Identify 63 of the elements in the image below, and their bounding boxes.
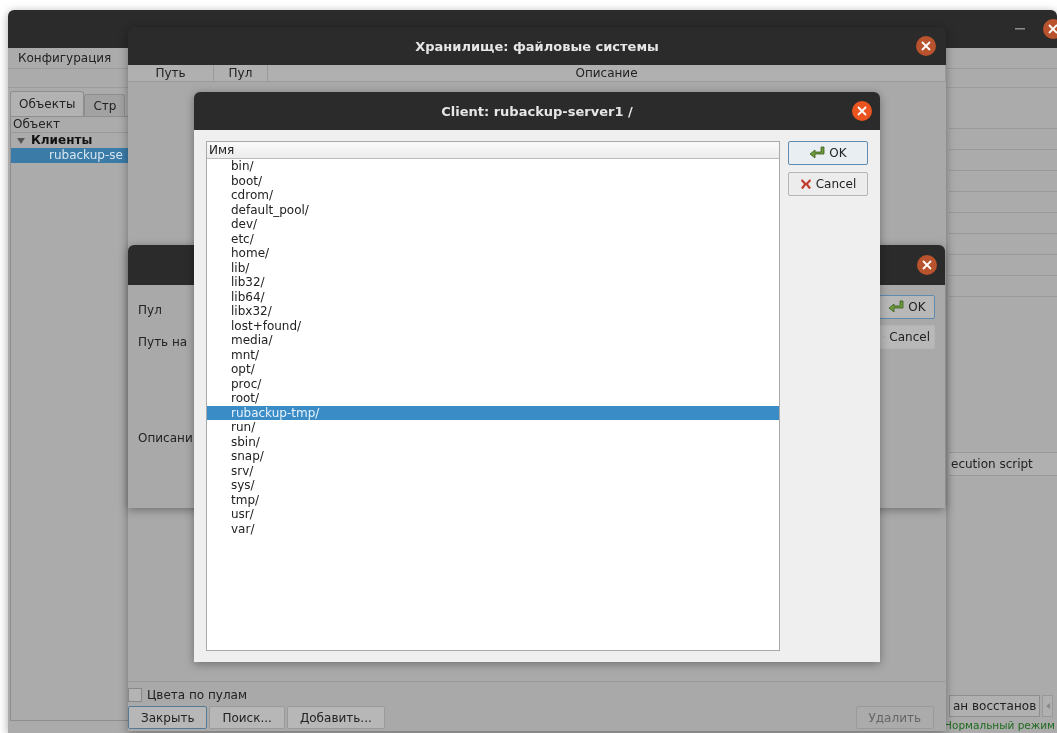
close-icon — [1048, 24, 1057, 34]
button[interactable]: Закрыть — [128, 706, 208, 729]
column-header[interactable]: Имя — [207, 142, 779, 159]
menu-item[interactable]: Конфигурация — [18, 51, 112, 65]
column-header: ecution script — [949, 452, 1057, 476]
list-item[interactable]: lost+found/ — [207, 318, 779, 333]
list-item[interactable]: libx32/ — [207, 304, 779, 319]
tree-item[interactable]: rubackup-se — [11, 148, 129, 163]
list-item[interactable]: sys/ — [207, 478, 779, 493]
list-item[interactable]: srv/ — [207, 463, 779, 478]
list-item[interactable]: mnt/ — [207, 347, 779, 362]
list-item[interactable]: bin/ — [207, 159, 779, 174]
window-title: Хранилище: файловые системы — [415, 38, 659, 54]
tab[interactable]: ан восстанов — [949, 695, 1041, 717]
list-item[interactable]: home/ — [207, 246, 779, 261]
list-item[interactable]: proc/ — [207, 376, 779, 391]
left-arrow-icon — [1045, 703, 1050, 709]
list-item[interactable]: snap/ — [207, 449, 779, 464]
list-item[interactable]: run/ — [207, 420, 779, 435]
list-item[interactable]: media/ — [207, 333, 779, 348]
close-button[interactable] — [916, 36, 936, 56]
list-item[interactable]: var/ — [207, 521, 779, 536]
button[interactable]: Поиск... — [209, 706, 285, 729]
status-text: Нормальный режим — [944, 719, 1056, 733]
arrow-icon — [888, 300, 905, 314]
list-item[interactable]: sbin/ — [207, 434, 779, 449]
column-header[interactable]: Описание — [268, 65, 946, 81]
close-button[interactable] — [1043, 19, 1057, 39]
list-item[interactable]: lib64/ — [207, 289, 779, 304]
tree-item[interactable]: Клиенты — [11, 133, 129, 148]
button[interactable]: Добавить... — [286, 706, 385, 729]
list-item[interactable]: dev/ — [207, 217, 779, 232]
window-title: Client: rubackup-server1 / — [441, 103, 633, 119]
field-label: Путь на — [138, 335, 188, 351]
list-item[interactable]: boot/ — [207, 173, 779, 188]
cancel-button[interactable]: Cancel — [788, 172, 868, 196]
checkbox[interactable] — [128, 688, 142, 702]
checkbox-label: Цвета по пулам — [147, 688, 247, 702]
tab[interactable]: Объекты — [10, 91, 85, 116]
cancel-button[interactable]: Cancel — [879, 325, 935, 349]
list-item[interactable]: default_pool/ — [207, 202, 779, 217]
ok-button[interactable]: OK — [879, 295, 935, 319]
expand-triangle-icon[interactable] — [17, 137, 25, 144]
column-header[interactable]: Путь — [128, 65, 214, 81]
close-icon — [857, 106, 867, 116]
list-item[interactable]: usr/ — [207, 507, 779, 522]
list-item[interactable]: opt/ — [207, 362, 779, 377]
arrow-icon — [809, 146, 826, 160]
list-item[interactable]: lib/ — [207, 260, 779, 275]
list-item[interactable]: cdrom/ — [207, 188, 779, 203]
close-button[interactable] — [852, 101, 872, 121]
close-icon — [921, 41, 931, 51]
column-header[interactable]: Пул — [214, 65, 268, 81]
list-item[interactable]: etc/ — [207, 231, 779, 246]
close-icon — [922, 260, 932, 270]
tab[interactable]: Стр — [84, 94, 126, 116]
field-label: Описани — [138, 431, 193, 447]
list-item[interactable]: root/ — [207, 391, 779, 406]
list-item[interactable]: tmp/ — [207, 492, 779, 507]
close-button[interactable] — [917, 255, 937, 275]
ok-button[interactable]: OK — [788, 141, 868, 165]
list-item[interactable]: lib32/ — [207, 275, 779, 290]
field-label: Пул — [138, 303, 162, 319]
